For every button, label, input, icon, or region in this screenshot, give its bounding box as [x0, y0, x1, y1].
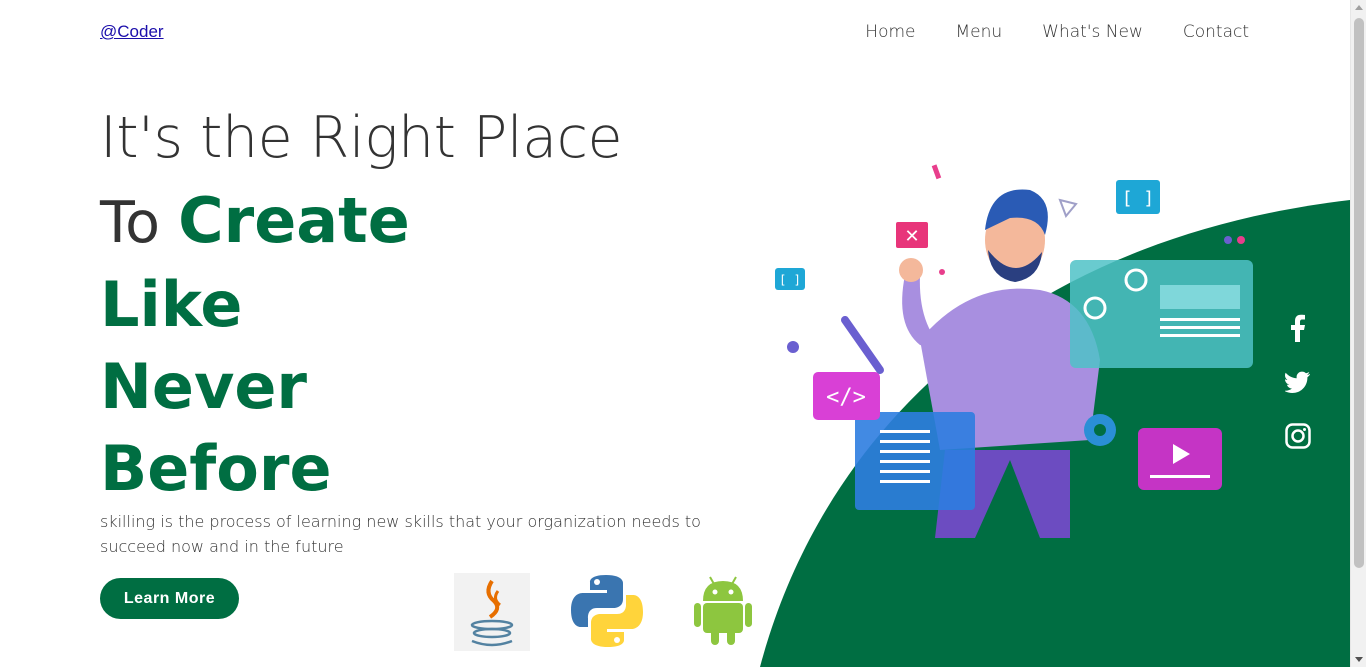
android-icon: [692, 573, 754, 647]
nav-home[interactable]: Home: [865, 22, 915, 42]
facebook-icon[interactable]: [1283, 313, 1313, 343]
scrollbar-thumb[interactable]: [1354, 18, 1364, 568]
instagram-icon[interactable]: [1283, 421, 1313, 451]
vertical-scrollbar[interactable]: [1350, 0, 1366, 667]
hero-description: skilling is the process of learning new …: [100, 512, 701, 556]
scroll-up-arrow-icon[interactable]: [1355, 5, 1363, 10]
hero-line-2-highlight: Create: [178, 184, 410, 257]
svg-text:</>: </>: [826, 385, 866, 410]
logo-link[interactable]: @Coder: [100, 22, 164, 42]
scroll-down-arrow-icon[interactable]: [1355, 657, 1363, 662]
twitter-icon[interactable]: [1283, 367, 1313, 397]
hero-line-5: Before: [100, 432, 332, 505]
hero-line-4: Never: [100, 350, 307, 423]
nav-contact[interactable]: Contact: [1183, 22, 1249, 42]
hero-line-3: Like: [100, 268, 243, 341]
hero-line-2: To Create: [100, 180, 622, 264]
learn-more-button[interactable]: Learn More: [100, 578, 239, 619]
hero-line-2-prefix: To: [100, 190, 161, 256]
developer-illustration: [ ] [ ] ✕ </>: [775, 164, 1253, 538]
landing-page: @Coder Home Menu What's New Contact [ ] …: [0, 0, 1366, 667]
nav-whats-new[interactable]: What's New: [1042, 22, 1143, 42]
svg-text:[ ]: [ ]: [779, 273, 801, 287]
hero-heading: It's the Right Place To Create Like Neve…: [100, 104, 623, 510]
nav-menu[interactable]: Menu: [955, 22, 1002, 42]
hero-line-1: It's the Right Place: [100, 105, 623, 171]
python-icon: [569, 573, 645, 649]
svg-text:✕: ✕: [904, 226, 919, 247]
java-icon: [454, 573, 530, 651]
main-nav: Home Menu What's New Contact: [865, 22, 1249, 42]
svg-text:[ ]: [ ]: [1122, 188, 1155, 209]
